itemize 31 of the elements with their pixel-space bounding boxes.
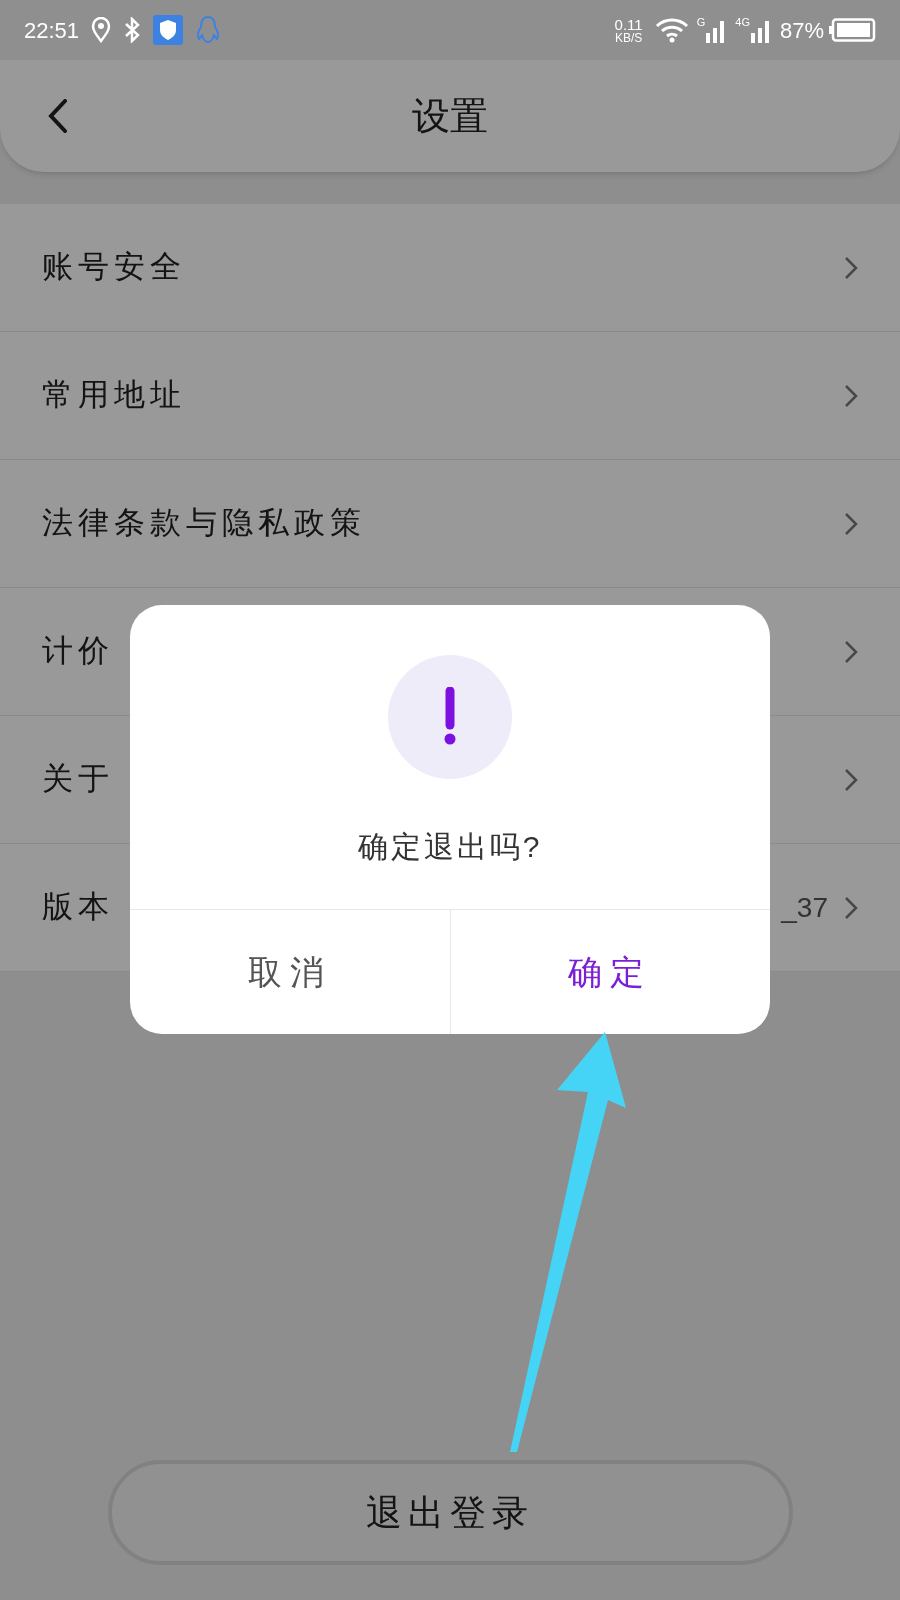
chevron-icon	[844, 895, 858, 920]
dialog-message: 确定退出吗?	[357, 829, 543, 865]
confirm-button[interactable]: 确定	[449, 910, 770, 1034]
location-icon	[91, 17, 112, 43]
battery-icon	[828, 18, 876, 42]
logout-button[interactable]: 退出登录	[107, 1460, 793, 1565]
battery-percent: 87%	[779, 16, 824, 45]
bluetooth-icon	[123, 17, 142, 43]
back-icon[interactable]	[48, 99, 68, 133]
settings-value: _37	[781, 890, 828, 925]
cancel-button[interactable]: 取消	[130, 910, 450, 1034]
settings-label: 法律条款与隐私政策	[42, 504, 366, 543]
network-type: 4G	[735, 15, 750, 30]
settings-label: 账号安全	[42, 248, 186, 287]
penguin-icon	[195, 15, 222, 45]
settings-label: 关于	[42, 760, 114, 799]
wifi-icon	[654, 17, 689, 43]
chevron-icon	[844, 767, 858, 792]
clock: 22:51	[24, 16, 80, 45]
chevron-icon	[844, 639, 858, 664]
chevron-icon	[844, 255, 858, 280]
network-speed: 0.11	[614, 16, 643, 32]
chevron-icon	[844, 383, 858, 408]
speed-unit: KB/S	[614, 31, 643, 44]
chevron-icon	[844, 511, 858, 536]
page-title: 设置	[412, 93, 488, 139]
shield-icon	[153, 15, 184, 45]
network-type: G	[696, 15, 706, 30]
settings-label: 常用地址	[42, 376, 186, 415]
settings-label: 计价	[42, 632, 114, 671]
settings-label: 版本	[42, 888, 114, 927]
